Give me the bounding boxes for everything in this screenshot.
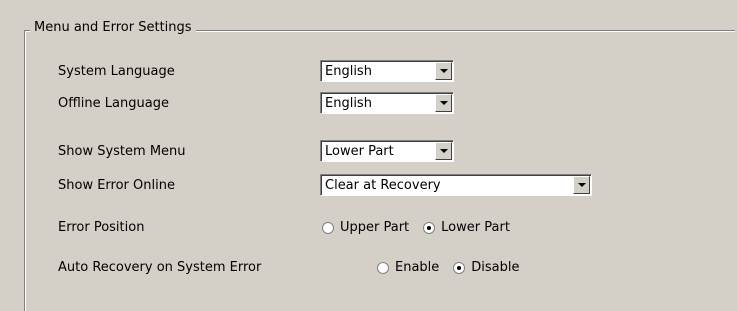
chevron-down-icon[interactable] — [435, 142, 452, 160]
show-system-menu-dropdown[interactable]: Lower Part — [320, 140, 454, 162]
offline-language-dropdown[interactable]: English — [320, 92, 454, 114]
chevron-down-icon[interactable] — [435, 94, 452, 112]
radio-disable-label: Disable — [471, 260, 520, 275]
radio-lower-part[interactable] — [423, 221, 436, 234]
auto-recovery-label: Auto Recovery on System Error — [58, 260, 262, 275]
show-error-online-value: Clear at Recovery — [325, 178, 441, 193]
radio-upper-part-label: Upper Part — [340, 220, 410, 235]
auto-recovery-enable-option[interactable]: Enable — [377, 260, 439, 275]
show-system-menu-value: Lower Part — [325, 144, 394, 159]
offline-language-label: Offline Language — [58, 96, 169, 111]
radio-enable[interactable] — [377, 261, 389, 274]
offline-language-value: English — [325, 96, 372, 111]
settings-panel: Menu and Error Settings System Language … — [8, 0, 737, 311]
system-language-value: English — [325, 64, 372, 79]
error-position-upper-option[interactable]: Upper Part — [322, 220, 409, 235]
error-position-lower-option[interactable]: Lower Part — [423, 220, 510, 235]
radio-upper-part[interactable] — [322, 221, 334, 234]
auto-recovery-radio-group: Enable Disable — [377, 260, 534, 275]
radio-lower-part-label: Lower Part — [441, 220, 510, 235]
system-language-label: System Language — [58, 64, 175, 79]
group-title: Menu and Error Settings — [30, 20, 196, 35]
show-error-online-label: Show Error Online — [58, 178, 175, 193]
chevron-down-icon[interactable] — [573, 176, 590, 194]
error-position-label: Error Position — [58, 220, 145, 235]
show-system-menu-label: Show System Menu — [58, 144, 186, 159]
radio-disable[interactable] — [453, 261, 466, 274]
show-error-online-dropdown[interactable]: Clear at Recovery — [320, 174, 592, 196]
auto-recovery-disable-option[interactable]: Disable — [453, 260, 520, 275]
error-position-radio-group: Upper Part Lower Part — [322, 220, 524, 235]
radio-enable-label: Enable — [395, 260, 440, 275]
chevron-down-icon[interactable] — [435, 62, 452, 80]
system-language-dropdown[interactable]: English — [320, 60, 454, 82]
